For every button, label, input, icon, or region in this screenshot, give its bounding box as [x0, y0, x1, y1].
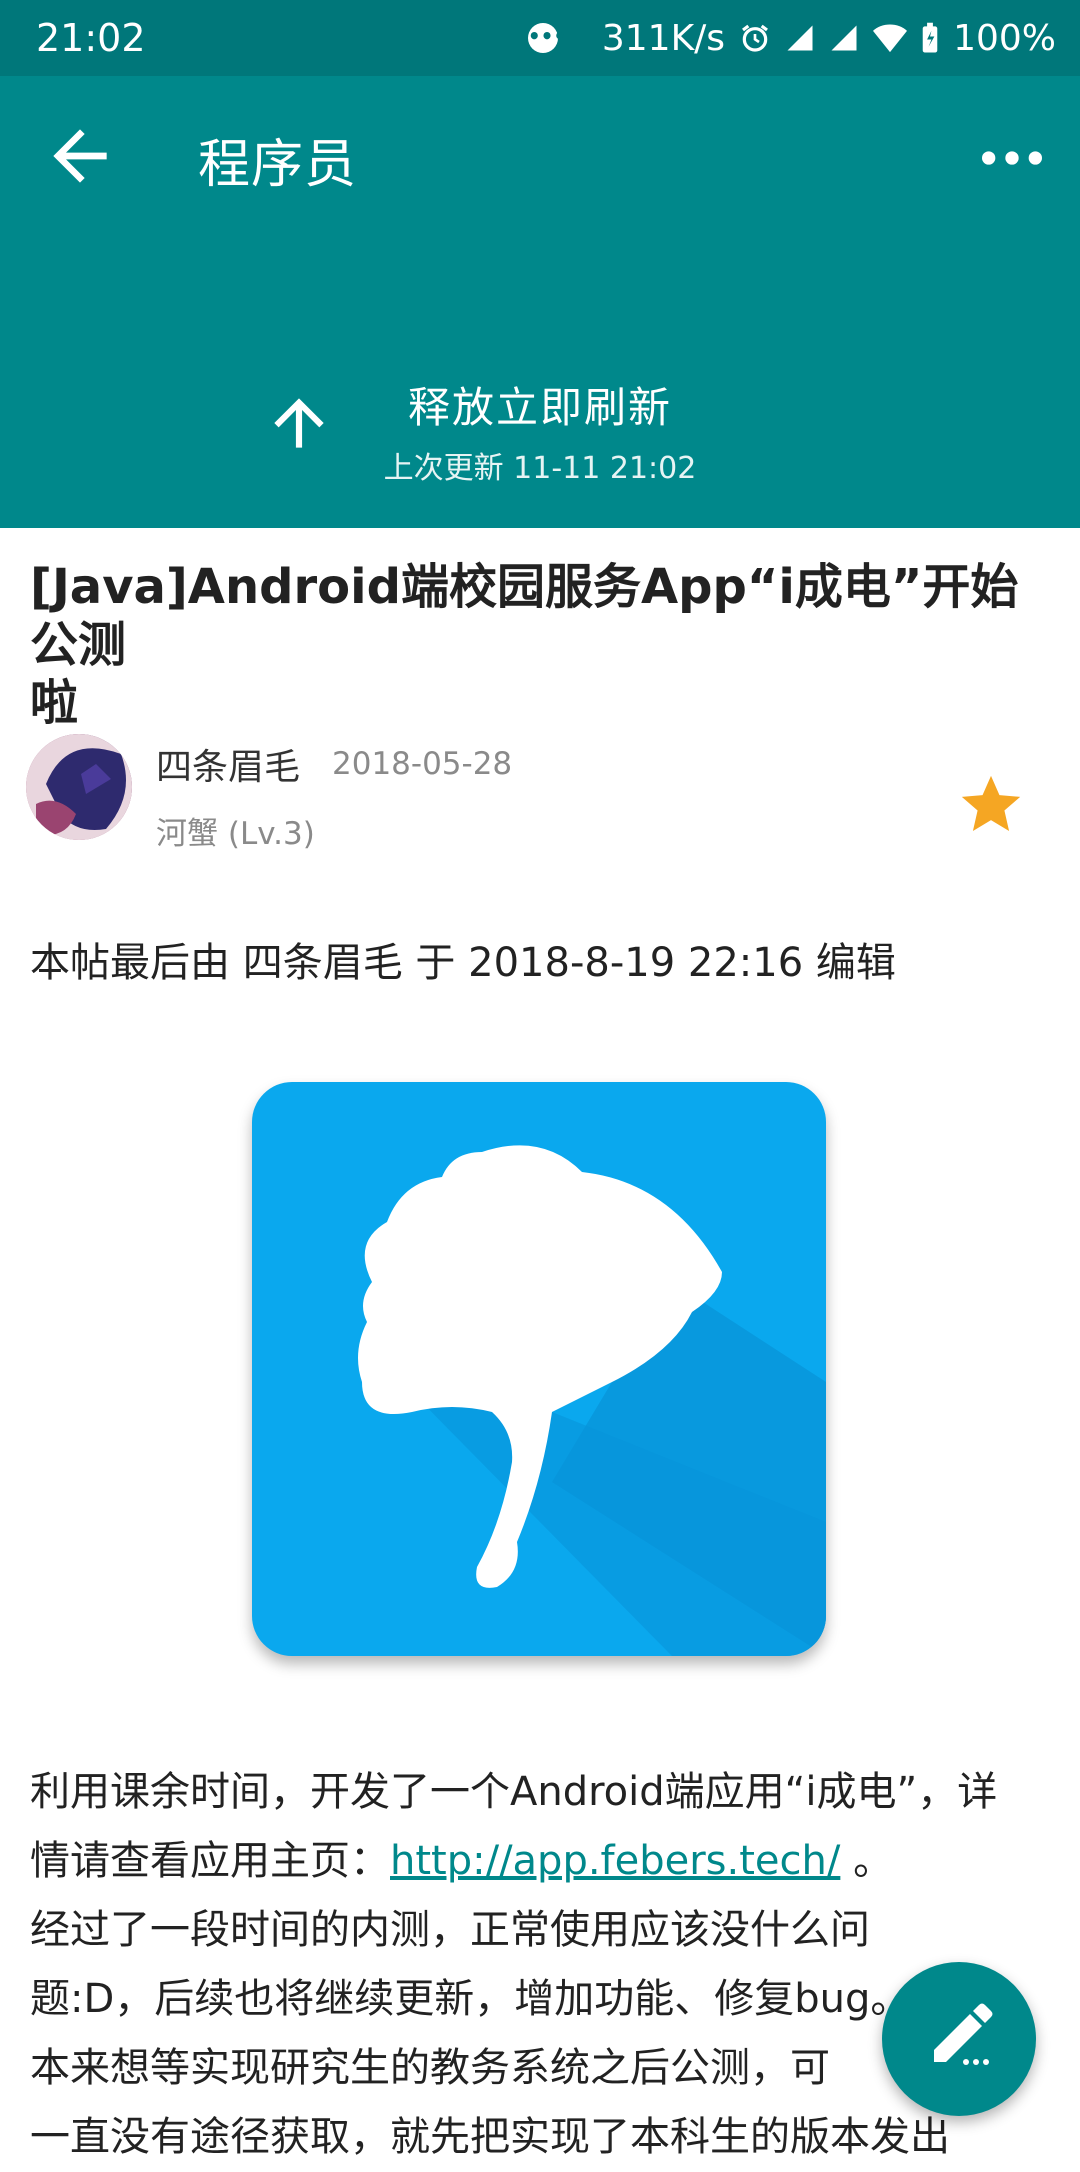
signal-icon [787, 25, 813, 51]
network-speed: 311K/s [601, 17, 726, 59]
edit-note: 本帖最后由 四条眉毛 于 2018-8-19 22:16 编辑 [30, 940, 896, 986]
page-title: 程序员 [198, 135, 358, 195]
post-title: [Java]Android端校园服务App“i成电”开始公测 啦 [30, 558, 1050, 732]
chat-icon: ••• [527, 23, 566, 53]
app-bar: 程序员 释放立即刷新 上次更新 11-11 21:02 [0, 76, 1080, 528]
post-title-line: 啦 [30, 675, 79, 731]
post-body-line: 利用课余时间，开发了一个Android端应用“i成电”，详 [30, 1769, 998, 1815]
back-button[interactable] [40, 116, 120, 196]
post-body-line: 经过了一段时间的内测，正常使用应该没什么问 [30, 1907, 870, 1953]
reply-fab-button[interactable] [882, 1962, 1036, 2116]
app-homepage-link[interactable]: http://app.febers.tech/ [390, 1838, 840, 1884]
avatar-image [26, 734, 132, 840]
last-updated-text: 上次更新 11-11 21:02 [383, 451, 697, 486]
post-body-line: 情请查看应用主页：http://app.febers.tech/ 。 [30, 1827, 1050, 1896]
battery-icon [922, 22, 938, 53]
app-icon-image[interactable] [252, 1082, 826, 1656]
arrow-back-icon [53, 129, 107, 183]
status-bar: 21:02 ••• 311K/s 100% [0, 0, 1080, 76]
battery-percent: 100% [953, 17, 1056, 59]
ginkgo-leaf-icon [358, 1145, 826, 1656]
signal-icon [831, 25, 857, 51]
author-name[interactable]: 四条眉毛 [156, 738, 300, 790]
author-level: 河蟹 (Lv.3) [156, 816, 315, 852]
wifi-icon [873, 24, 908, 53]
alarm-icon [742, 24, 769, 52]
pull-refresh-indicator: 释放立即刷新 上次更新 11-11 21:02 [300, 374, 780, 487]
status-time: 21:02 [36, 16, 146, 60]
status-icons: ••• 311K/s 100% [527, 14, 1056, 62]
more-options-button[interactable] [972, 118, 1052, 198]
more-horizontal-icon [982, 151, 1042, 165]
body-text-prefix: 情请查看应用主页： [30, 1838, 390, 1884]
post-date: 2018-05-28 [332, 746, 513, 782]
avatar[interactable] [26, 734, 132, 840]
post-title-line: [Java]Android端校园服务App“i成电”开始公测 [30, 559, 1019, 673]
refresh-label: 释放立即刷新 [407, 383, 672, 432]
favorite-button[interactable] [956, 770, 1026, 840]
edit-pencil-icon [934, 2003, 993, 2065]
star-icon [961, 775, 1021, 831]
body-text-suffix: 。 [840, 1838, 894, 1884]
